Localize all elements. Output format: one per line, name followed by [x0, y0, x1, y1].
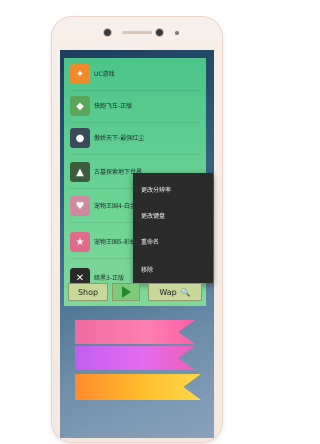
- search-icon: 🔍: [180, 287, 191, 297]
- anime-girl-icon: ●: [70, 128, 90, 148]
- game-name: 快跑飞车-正版: [94, 103, 133, 110]
- menu-item-rename[interactable]: 重命名: [141, 237, 159, 246]
- sensor: [175, 31, 179, 35]
- play-icon: [121, 286, 131, 298]
- game-name: UC游戏: [94, 71, 115, 78]
- ribbon-pink[interactable]: [75, 320, 195, 344]
- pet-rainbow-icon: ★: [70, 232, 90, 252]
- divider: [70, 90, 200, 91]
- bottom-toolbar: Shop Wap 🔍: [68, 283, 202, 301]
- ribbon-orange[interactable]: [75, 374, 201, 400]
- divider: [70, 122, 200, 123]
- list-item[interactable]: ◆ 快跑飞车-正版: [64, 92, 206, 120]
- secondary-camera-icon: [156, 29, 163, 36]
- game-name: 宠物王国4-白金: [94, 203, 136, 210]
- wap-button[interactable]: Wap 🔍: [148, 283, 202, 301]
- list-item[interactable]: ● 傲娇天下-最强红尘: [64, 124, 206, 152]
- divider: [70, 154, 200, 155]
- game-name: 宠物王国5-彩虹: [94, 239, 136, 246]
- context-menu: 更改分辨率 更改键盘 重命名 移除: [133, 173, 213, 283]
- earpiece: [122, 31, 152, 34]
- game-name: 暗黑3-正版: [94, 275, 124, 282]
- ribbon-purple[interactable]: [75, 346, 195, 370]
- menu-item-change-keyboard[interactable]: 更改键盘: [141, 211, 165, 220]
- shop-button-label: Shop: [77, 287, 99, 297]
- uc-game-icon: ✦: [70, 64, 90, 84]
- menu-item-remove[interactable]: 移除: [141, 265, 153, 274]
- explorer-icon: ▲: [70, 162, 90, 182]
- menu-item-change-resolution[interactable]: 更改分辨率: [141, 185, 171, 194]
- front-camera-icon: [104, 29, 111, 36]
- pet-kingdom-icon: ♥: [70, 196, 90, 216]
- list-item[interactable]: ✦ UC游戏: [64, 60, 206, 88]
- play-button[interactable]: [112, 283, 140, 301]
- game-name: 傲娇天下-最强红尘: [94, 135, 145, 142]
- racing-car-icon: ◆: [70, 96, 90, 116]
- shop-button[interactable]: Shop: [68, 283, 108, 301]
- phone-top-bar: [52, 17, 222, 47]
- wap-button-label: Wap: [159, 287, 177, 297]
